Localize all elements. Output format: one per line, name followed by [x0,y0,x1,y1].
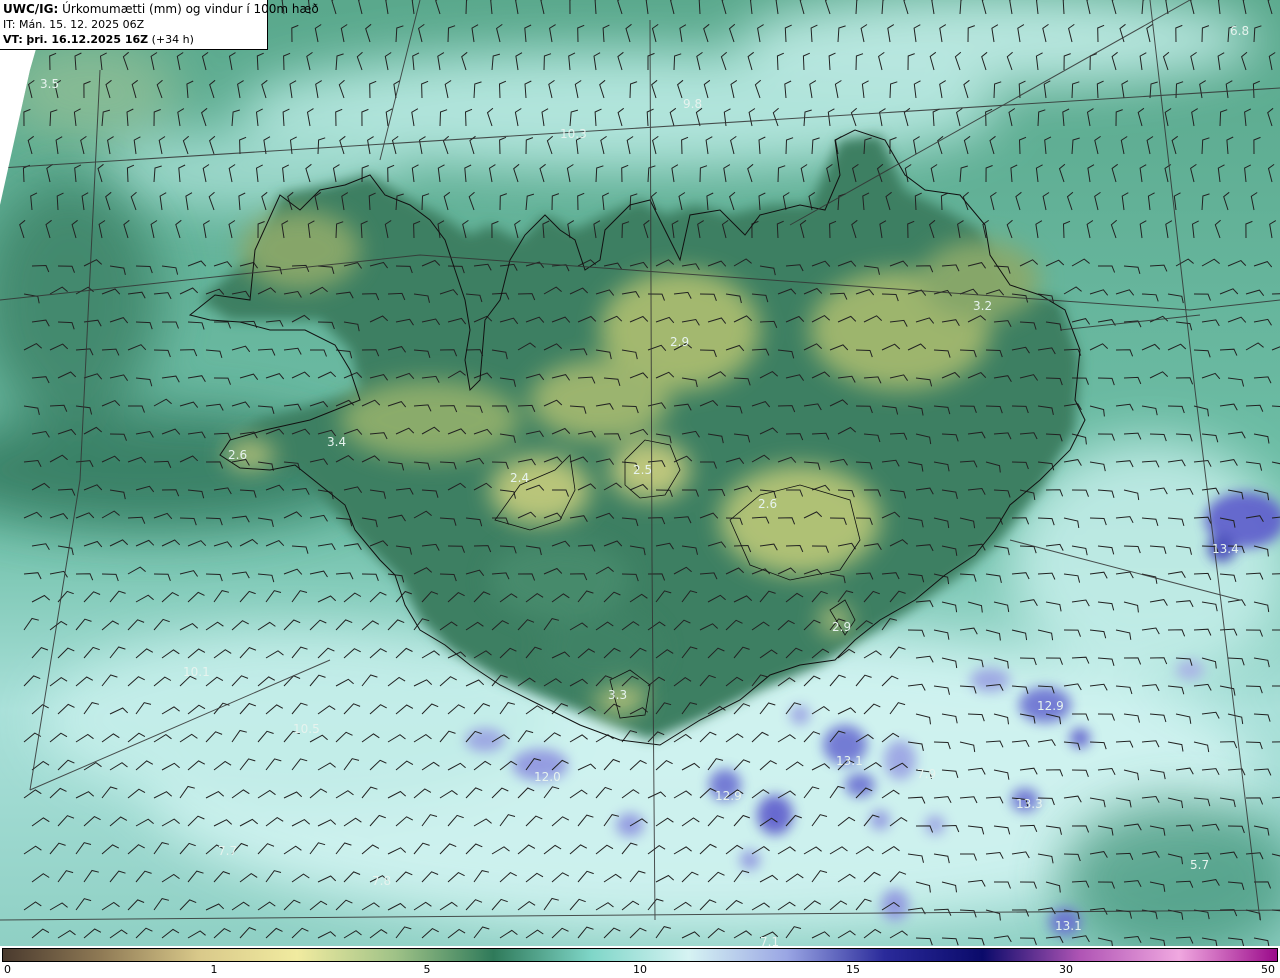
map-label: 3.4 [327,435,346,449]
map-field: 3.5 9.8 10.3 6.8 3.2 2.9 3.4 2.6 2.4 2.5… [0,0,1280,946]
map-label: 9.8 [683,97,702,111]
map-label: 13.4 [1212,542,1239,556]
map-label: 12.0 [534,770,561,784]
map-info-box: UWC/IG: Úrkomumætti (mm) og vindur í 100… [0,0,319,50]
map-label: 7.9 [917,767,936,781]
map-label: 5.7 [1190,858,1209,872]
colorbar-gradient [2,948,1278,962]
colorbar-tick: 5 [423,963,431,976]
valid-time: þri. 16.12.2025 16Z [26,33,149,46]
map-label: 3.2 [973,299,992,313]
map-label: 3.5 [40,77,59,91]
map-label: 10.1 [183,665,210,679]
map-label: 2.4 [510,471,529,485]
map-label: 2.9 [832,620,851,634]
init-time: IT: Mán. 15. 12. 2025 06Z [3,18,145,31]
valid-time-label: VT: [3,33,23,46]
valid-offset: (+34 h) [151,33,194,46]
colorbar-tick: 0 [4,963,11,976]
colorbar-tick: 15 [846,963,860,976]
map-label: 10.5 [293,722,320,736]
model-label: UWC/IG: [3,2,59,16]
map-label: 2.6 [228,448,247,462]
colorbar-tick: 50 [1261,963,1275,976]
colorbar-tick: 10 [633,963,647,976]
colorbar: 0 1 5 10 15 30 50 [0,946,1280,978]
colorbar-tick: 30 [1059,963,1073,976]
map-label: 7.1 [760,935,779,946]
map-label: 2.5 [633,463,652,477]
map-label: 12.9 [715,789,742,803]
map-label: 10.3 [560,127,587,141]
map-label: 6.8 [1230,24,1249,38]
map-label: 3.3 [608,688,627,702]
map-label: 7.8 [372,874,391,888]
colorbar-tick: 1 [210,963,218,976]
precipitation-wind-map: 3.5 9.8 10.3 6.8 3.2 2.9 3.4 2.6 2.4 2.5… [0,0,1280,946]
map-label: 2.6 [758,497,777,511]
map-label: 2.9 [670,335,689,349]
map-label: 13.1 [836,754,863,768]
map-label: 7.7 [218,844,237,858]
map-label: 13.1 [1055,919,1082,933]
map-title: Úrkomumætti (mm) og vindur í 100m hæð [62,2,319,16]
map-label: 12.9 [1037,699,1064,713]
map-label: 13.3 [1016,797,1043,811]
